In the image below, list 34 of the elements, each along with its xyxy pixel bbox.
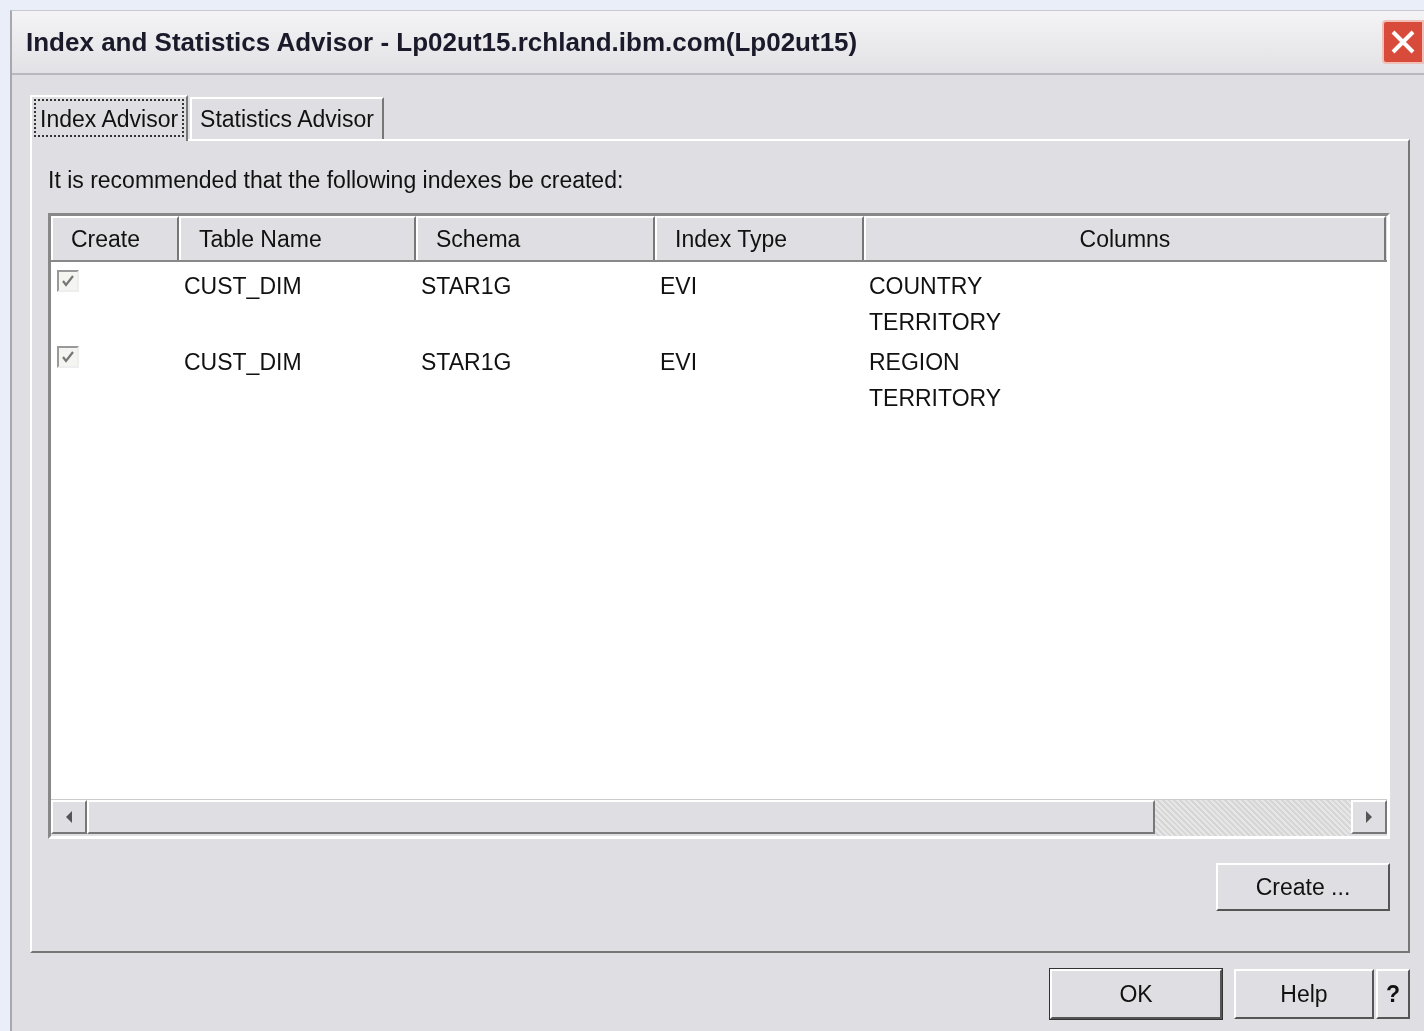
window-title: Index and Statistics Advisor - Lp02ut15.rchland.ibm.com(Lp02ut15): [25, 26, 858, 58]
table-cell-text: TERRITORY: [869, 308, 1003, 337]
checkmark-icon: [60, 273, 76, 289]
table-cell-text: EVI: [659, 272, 699, 301]
horizontal-scrollbar[interactable]: [51, 799, 1387, 836]
scroll-left-button[interactable]: [51, 800, 87, 834]
close-button[interactable]: [1382, 20, 1424, 64]
table-cell-text: STAR1G: [420, 348, 513, 377]
table-cell-text: CUST_DIM: [183, 348, 303, 377]
table-cell-text: TERRITORY: [869, 384, 1003, 413]
column-header[interactable]: Index Type: [655, 216, 864, 260]
table-cell-text: CUST_DIM: [183, 272, 303, 301]
column-header[interactable]: Columns: [864, 216, 1386, 260]
right-arrow-icon: [1364, 810, 1374, 824]
checkbox[interactable]: [57, 270, 79, 292]
create-button[interactable]: Create ...: [1216, 863, 1390, 911]
tab[interactable]: Index Advisor: [30, 95, 189, 141]
table-cell-text: COUNTRY: [869, 272, 984, 301]
checkmark-icon: [60, 349, 76, 365]
column-header[interactable]: Schema: [416, 216, 655, 260]
instruction-text: It is recommended that the following indexes be created:: [48, 167, 625, 195]
ok-button[interactable]: OK: [1050, 969, 1222, 1019]
scrollbar-thumb[interactable]: [87, 800, 1155, 834]
table-cell-text: EVI: [659, 348, 699, 377]
tab[interactable]: Statistics Advisor: [190, 97, 384, 139]
help-button[interactable]: Help: [1234, 969, 1374, 1019]
column-header[interactable]: Table Name: [179, 216, 416, 260]
checkbox[interactable]: [57, 346, 79, 368]
help-icon-button[interactable]: ?: [1376, 969, 1410, 1019]
table-cell-text: REGION: [869, 348, 961, 377]
left-arrow-icon: [64, 810, 74, 824]
column-header[interactable]: Create: [51, 216, 179, 260]
scroll-right-button[interactable]: [1351, 800, 1387, 834]
table-cell-text: STAR1G: [420, 272, 513, 301]
